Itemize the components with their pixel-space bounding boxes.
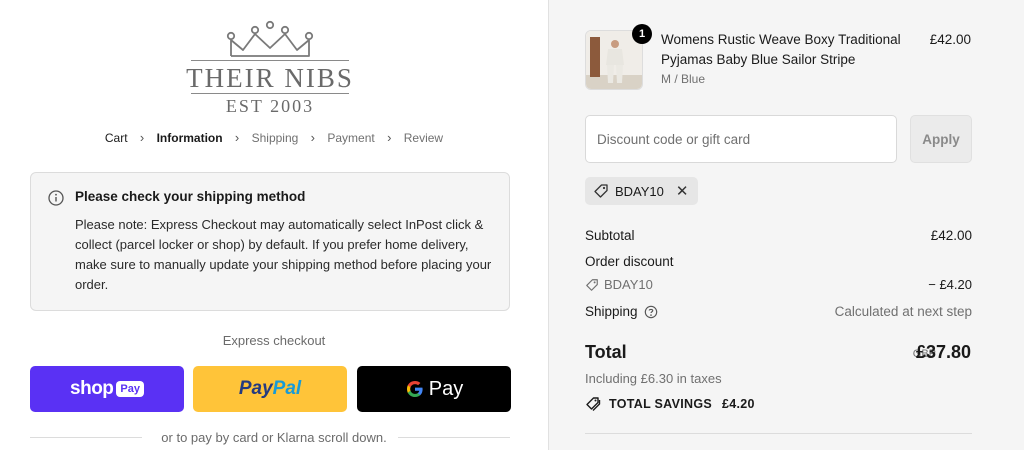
paypal-word-1: Pay	[238, 378, 273, 399]
tag-icon	[594, 184, 608, 198]
product-variant: M / Blue	[661, 72, 706, 86]
tags-icon	[586, 397, 601, 411]
breadcrumb-cart[interactable]: Cart	[105, 131, 128, 145]
google-g-icon	[406, 381, 423, 397]
taxes-text: Including £6.30 in taxes	[585, 371, 722, 386]
remove-discount-close-icon[interactable]: ✕	[676, 182, 689, 200]
product-name: Womens Rustic Weave Boxy Traditional Pyj…	[661, 32, 901, 67]
breadcrumb-review: Review	[403, 130, 444, 145]
discount-code-detail: BDAY10	[585, 277, 653, 292]
logo-rule-bottom	[191, 93, 349, 94]
brand-name: THEIR NIBS	[186, 63, 354, 93]
notice-body: Please note: Express Checkout may automa…	[75, 217, 492, 292]
chevron-right-icon: ›	[387, 130, 392, 146]
breadcrumb-information: Information	[156, 130, 223, 145]
logo-rule-top	[191, 60, 349, 61]
breadcrumb-payment: Payment	[327, 130, 375, 145]
order-discount-label: Order discount	[585, 254, 674, 269]
total-savings-value: £4.20	[721, 397, 755, 411]
shop-pay-pill: Pay	[116, 381, 144, 397]
google-pay-word: Pay	[428, 377, 464, 400]
product-price: £42.00	[929, 32, 971, 47]
subtotal-value: £42.00	[930, 228, 972, 243]
chevron-right-icon: ›	[310, 130, 316, 146]
quantity-badge: 1	[632, 24, 652, 44]
google-pay-button[interactable]: Pay	[357, 366, 511, 412]
order-summary: 1 Womens Rustic Weave Boxy Traditional P…	[548, 0, 1024, 450]
chevron-right-icon: ›	[139, 130, 145, 146]
notice-title: Please check your shipping method	[75, 189, 306, 204]
shop-pay-button[interactable]: shop Pay	[30, 366, 184, 412]
breadcrumb-shipping: Shipping	[251, 130, 299, 145]
info-icon	[48, 190, 64, 206]
subtotal-label: Subtotal	[585, 228, 635, 243]
shipping-label-wrap: Shipping	[585, 304, 658, 319]
shipping-notice: Please check your shipping method Please…	[30, 172, 510, 311]
shipping-value: Calculated at next step	[834, 304, 972, 319]
shop-pay-word: shop	[70, 378, 114, 399]
paypal-button[interactable]: Pay Pal	[193, 366, 347, 412]
chevron-right-icon: ›	[234, 130, 240, 146]
shipping-label: Shipping	[585, 304, 638, 319]
discount-code-input[interactable]	[585, 115, 897, 163]
tag-icon	[586, 278, 598, 291]
shipping-row: Shipping Calculated at next step	[585, 304, 972, 319]
applied-code-text: BDAY10	[615, 183, 664, 199]
paypal-word-2: Pal	[272, 378, 302, 399]
subtotal-row: Subtotal £42.00	[585, 228, 972, 243]
crown-icon	[226, 20, 314, 57]
discount-code-label: BDAY10	[604, 277, 653, 292]
brand-logo[interactable]: THEIR NIBS EST 2003	[185, 20, 355, 120]
breadcrumb: Cart › Information › Shipping › Payment …	[0, 130, 548, 145]
total-label: Total	[585, 342, 627, 362]
total-savings-label: TOTAL SAVINGS	[609, 397, 712, 411]
checkout-main: THEIR NIBS EST 2003 Cart › Information ›…	[0, 0, 548, 450]
discount-code-row: BDAY10 − £4.20	[585, 277, 972, 295]
summary-bottom-divider	[585, 433, 972, 434]
applied-discount-chip: BDAY10 ✕	[585, 177, 699, 205]
help-circle-icon[interactable]	[644, 305, 658, 319]
express-checkout-label: Express checkout	[222, 333, 326, 348]
discount-value: − £4.20	[928, 277, 972, 292]
apply-button[interactable]: Apply	[910, 115, 972, 163]
total-amount: £37.80	[915, 342, 971, 362]
order-discount-row: Order discount	[585, 254, 972, 269]
brand-est: EST 2003	[225, 96, 315, 116]
total-savings: TOTAL SAVINGS £4.20	[585, 396, 755, 412]
divider-line-right	[398, 437, 510, 438]
